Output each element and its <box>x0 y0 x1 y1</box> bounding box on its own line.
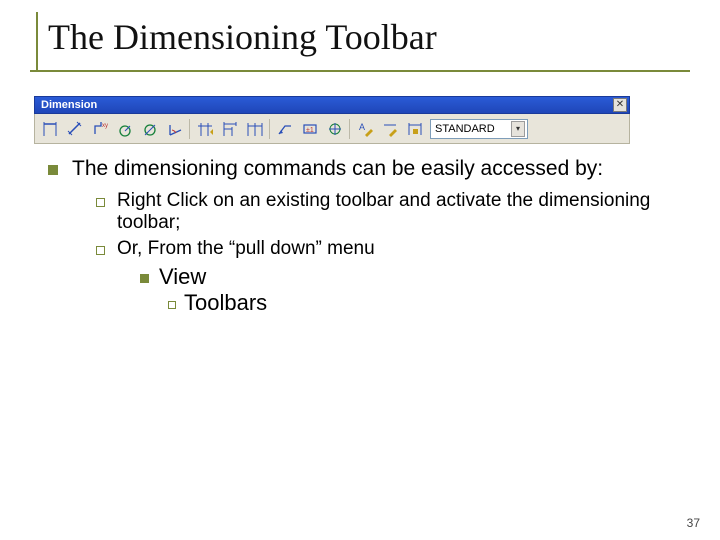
toolbar-separator <box>189 119 190 139</box>
toolbar-title: Dimension <box>41 99 97 111</box>
title-area: The Dimensioning Toolbar <box>30 12 690 72</box>
bullet-text: Or, From the “pull down” menu <box>117 238 375 260</box>
list-item: Or, From the “pull down” menu <box>96 238 676 260</box>
svg-text:A: A <box>359 122 365 132</box>
list-item: View <box>140 264 676 290</box>
linear-dim-icon[interactable] <box>38 117 61 140</box>
svg-text:xy: xy <box>102 123 108 129</box>
bullet-icon <box>96 246 105 255</box>
toolbar-separator <box>349 119 350 139</box>
list-item: Toolbars <box>168 290 676 316</box>
ordinate-dim-icon[interactable]: xy <box>88 117 111 140</box>
chevron-down-icon[interactable]: ▾ <box>511 121 525 137</box>
bullet-icon <box>96 198 105 207</box>
angular-dim-icon[interactable] <box>163 117 186 140</box>
radius-dim-icon[interactable] <box>113 117 136 140</box>
bullet-text: Right Click on an existing toolbar and a… <box>117 190 676 234</box>
dim-text-edit-icon[interactable] <box>378 117 401 140</box>
bullet-icon <box>168 301 176 309</box>
toolbar-body: xy <box>34 114 630 144</box>
continue-dim-icon[interactable] <box>243 117 266 140</box>
bullet-text: Toolbars <box>184 290 267 316</box>
toolbar-separator <box>269 119 270 139</box>
dim-style-select[interactable]: STANDARD ▾ <box>430 119 528 139</box>
dim-update-icon[interactable] <box>403 117 426 140</box>
bullet-icon <box>48 165 58 175</box>
dim-style-value: STANDARD <box>435 123 495 135</box>
list-item: Right Click on an existing toolbar and a… <box>96 190 676 234</box>
diameter-dim-icon[interactable] <box>138 117 161 140</box>
page-number: 37 <box>687 516 700 530</box>
tolerance-icon[interactable]: ±1 <box>298 117 321 140</box>
close-icon[interactable]: ✕ <box>613 98 627 112</box>
slide-title: The Dimensioning Toolbar <box>48 16 690 58</box>
quick-dim-icon[interactable] <box>193 117 216 140</box>
baseline-dim-icon[interactable] <box>218 117 241 140</box>
leader-dim-icon[interactable] <box>273 117 296 140</box>
toolbar-titlebar[interactable]: Dimension ✕ <box>34 96 630 114</box>
dimension-toolbar: Dimension ✕ xy <box>34 96 630 144</box>
content-area: The dimensioning commands can be easily … <box>48 156 676 316</box>
bullet-icon <box>140 274 149 283</box>
svg-text:±1: ±1 <box>306 127 314 134</box>
bullet-text: The dimensioning commands can be easily … <box>72 156 603 182</box>
dim-edit-icon[interactable]: A <box>353 117 376 140</box>
center-mark-icon[interactable] <box>323 117 346 140</box>
bullet-text: View <box>159 264 206 290</box>
aligned-dim-icon[interactable] <box>63 117 86 140</box>
list-item: The dimensioning commands can be easily … <box>48 156 676 182</box>
